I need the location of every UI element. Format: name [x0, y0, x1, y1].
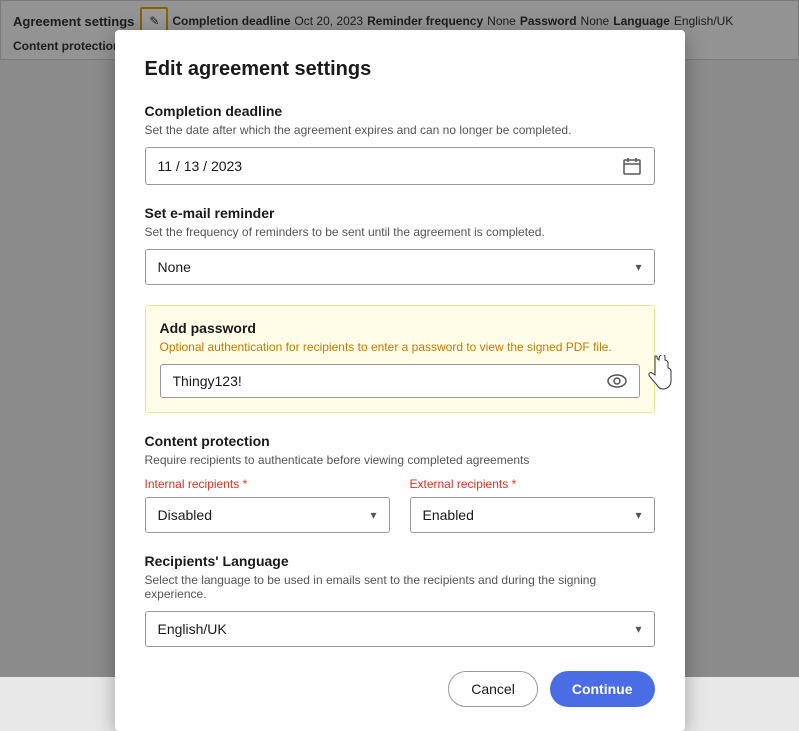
edit-agreement-modal: Edit agreement settings Completion deadl…: [115, 30, 685, 731]
external-label: External recipients *: [410, 477, 655, 491]
internal-label: Internal recipients *: [145, 477, 390, 491]
content-protection-heading: Content protection: [145, 433, 655, 449]
internal-chevron-icon: ▾: [370, 508, 376, 522]
recipients-language-desc: Select the language to be used in emails…: [145, 573, 655, 601]
language-selected-value: English/UK: [158, 621, 227, 637]
email-reminder-section: Set e-mail reminder Set the frequency of…: [145, 205, 655, 285]
external-selected-value: Enabled: [423, 507, 474, 523]
completion-deadline-desc: Set the date after which the agreement e…: [145, 123, 655, 137]
content-protection-section: Content protection Require recipients to…: [145, 433, 655, 533]
calendar-icon[interactable]: [622, 156, 642, 176]
cancel-button[interactable]: Cancel: [448, 671, 538, 707]
recipients-row: Internal recipients * Disabled ▾ Externa…: [145, 477, 655, 533]
date-input-container: [145, 147, 655, 185]
internal-selected-value: Disabled: [158, 507, 212, 523]
modal-overlay: Edit agreement settings Completion deadl…: [0, 0, 799, 677]
external-dropdown[interactable]: Enabled ▾: [410, 497, 655, 533]
internal-dropdown[interactable]: Disabled ▾: [145, 497, 390, 533]
email-reminder-heading: Set e-mail reminder: [145, 205, 655, 221]
reminder-selected-value: None: [158, 259, 191, 275]
eye-icon[interactable]: [607, 373, 627, 389]
completion-deadline-section: Completion deadline Set the date after w…: [145, 103, 655, 185]
add-password-desc: Optional authentication for recipients t…: [160, 340, 640, 354]
language-dropdown[interactable]: English/UK ▾: [145, 611, 655, 647]
reminder-chevron-icon: ▾: [635, 260, 641, 274]
recipients-language-heading: Recipients' Language: [145, 553, 655, 569]
content-protection-desc: Require recipients to authenticate befor…: [145, 453, 655, 467]
modal-title: Edit agreement settings: [145, 58, 655, 81]
continue-button[interactable]: Continue: [550, 671, 655, 707]
external-recipients-group: External recipients * Enabled ▾: [410, 477, 655, 533]
modal-footer: Cancel Continue: [145, 671, 655, 707]
password-input[interactable]: [173, 373, 607, 389]
recipients-language-section: Recipients' Language Select the language…: [145, 553, 655, 647]
external-chevron-icon: ▾: [635, 508, 641, 522]
language-chevron-icon: ▾: [635, 622, 641, 636]
password-input-container: [160, 364, 640, 398]
add-password-heading: Add password: [160, 320, 640, 336]
date-input[interactable]: [158, 158, 622, 174]
internal-recipients-group: Internal recipients * Disabled ▾: [145, 477, 390, 533]
add-password-section: Add password Optional authentication for…: [145, 305, 655, 413]
email-reminder-desc: Set the frequency of reminders to be sen…: [145, 225, 655, 239]
reminder-dropdown[interactable]: None ▾: [145, 249, 655, 285]
completion-deadline-heading: Completion deadline: [145, 103, 655, 119]
